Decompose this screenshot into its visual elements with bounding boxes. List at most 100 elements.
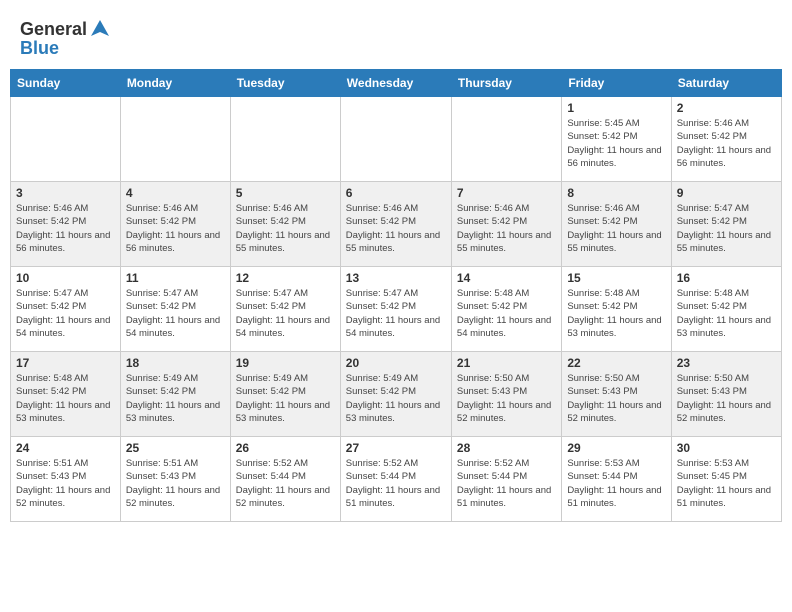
day-number: 28: [457, 441, 556, 455]
day-number: 15: [567, 271, 665, 285]
day-number: 3: [16, 186, 115, 200]
logo-general: General: [20, 19, 87, 40]
day-cell-4: 4 Sunrise: 5:46 AM Sunset: 5:42 PM Daylig…: [120, 182, 230, 267]
empty-cell: [120, 97, 230, 182]
calendar-week-2: 3 Sunrise: 5:46 AM Sunset: 5:42 PM Daylig…: [11, 182, 782, 267]
day-info: Sunrise: 5:51 AM Sunset: 5:43 PM Dayligh…: [16, 457, 115, 510]
empty-cell: [230, 97, 340, 182]
day-cell-15: 15 Sunrise: 5:48 AM Sunset: 5:42 PM Dayli…: [562, 267, 671, 352]
day-cell-8: 8 Sunrise: 5:46 AM Sunset: 5:42 PM Daylig…: [562, 182, 671, 267]
day-cell-11: 11Sunrise: 5:47 AM Sunset: 5:42 PM Dayli…: [120, 267, 230, 352]
day-info: Sunrise: 5:46 AM Sunset: 5:42 PM Dayligh…: [567, 202, 665, 255]
weekday-thursday: Thursday: [451, 70, 561, 97]
day-cell-22: 22 Sunrise: 5:50 AM Sunset: 5:43 PM Dayli…: [562, 352, 671, 437]
day-number: 10: [16, 271, 115, 285]
day-info: Sunrise: 5:46 AM Sunset: 5:42 PM Dayligh…: [346, 202, 446, 255]
day-number: 4: [126, 186, 225, 200]
day-info: Sunrise: 5:50 AM Sunset: 5:43 PM Dayligh…: [457, 372, 556, 425]
day-info: Sunrise: 5:52 AM Sunset: 5:44 PM Dayligh…: [346, 457, 446, 510]
day-number: 21: [457, 356, 556, 370]
empty-cell: [11, 97, 121, 182]
day-info: Sunrise: 5:46 AM Sunset: 5:42 PM Dayligh…: [457, 202, 556, 255]
weekday-monday: Monday: [120, 70, 230, 97]
day-cell-17: 17 Sunrise: 5:48 AM Sunset: 5:42 PM Dayli…: [11, 352, 121, 437]
day-cell-6: 6 Sunrise: 5:46 AM Sunset: 5:42 PM Daylig…: [340, 182, 451, 267]
weekday-sunday: Sunday: [11, 70, 121, 97]
day-cell-21: 21 Sunrise: 5:50 AM Sunset: 5:43 PM Dayli…: [451, 352, 561, 437]
day-cell-7: 7 Sunrise: 5:46 AM Sunset: 5:42 PM Daylig…: [451, 182, 561, 267]
calendar-week-5: 24 Sunrise: 5:51 AM Sunset: 5:43 PM Dayli…: [11, 437, 782, 522]
day-number: 20: [346, 356, 446, 370]
page-header: General Blue: [10, 10, 782, 63]
logo: General Blue: [20, 18, 111, 59]
day-info: Sunrise: 5:47 AM Sunset: 5:42 PM Dayligh…: [236, 287, 335, 340]
day-number: 18: [126, 356, 225, 370]
day-number: 1: [567, 101, 665, 115]
day-number: 25: [126, 441, 225, 455]
day-info: Sunrise: 5:48 AM Sunset: 5:42 PM Dayligh…: [677, 287, 776, 340]
day-info: Sunrise: 5:52 AM Sunset: 5:44 PM Dayligh…: [236, 457, 335, 510]
day-number: 24: [16, 441, 115, 455]
day-cell-12: 12 Sunrise: 5:47 AM Sunset: 5:42 PM Dayli…: [230, 267, 340, 352]
empty-cell: [340, 97, 451, 182]
day-info: Sunrise: 5:49 AM Sunset: 5:42 PM Dayligh…: [126, 372, 225, 425]
day-number: 6: [346, 186, 446, 200]
day-cell-23: 23Sunrise: 5:50 AM Sunset: 5:43 PM Dayli…: [671, 352, 781, 437]
day-cell-24: 24 Sunrise: 5:51 AM Sunset: 5:43 PM Dayli…: [11, 437, 121, 522]
calendar-week-3: 10 Sunrise: 5:47 AM Sunset: 5:42 PM Dayli…: [11, 267, 782, 352]
day-number: 19: [236, 356, 335, 370]
weekday-tuesday: Tuesday: [230, 70, 340, 97]
day-number: 16: [677, 271, 776, 285]
weekday-header-row: SundayMondayTuesdayWednesdayThursdayFrid…: [11, 70, 782, 97]
day-number: 29: [567, 441, 665, 455]
day-info: Sunrise: 5:50 AM Sunset: 5:43 PM Dayligh…: [567, 372, 665, 425]
day-info: Sunrise: 5:50 AM Sunset: 5:43 PM Dayligh…: [677, 372, 776, 425]
weekday-saturday: Saturday: [671, 70, 781, 97]
day-cell-18: 18 Sunrise: 5:49 AM Sunset: 5:42 PM Dayli…: [120, 352, 230, 437]
day-info: Sunrise: 5:53 AM Sunset: 5:44 PM Dayligh…: [567, 457, 665, 510]
day-number: 22: [567, 356, 665, 370]
day-cell-25: 25 Sunrise: 5:51 AM Sunset: 5:43 PM Dayli…: [120, 437, 230, 522]
day-number: 17: [16, 356, 115, 370]
day-number: 9: [677, 186, 776, 200]
day-info: Sunrise: 5:45 AM Sunset: 5:42 PM Dayligh…: [567, 117, 665, 170]
day-number: 26: [236, 441, 335, 455]
day-number: 12: [236, 271, 335, 285]
calendar-week-1: 1 Sunrise: 5:45 AM Sunset: 5:42 PM Daylig…: [11, 97, 782, 182]
day-cell-29: 29 Sunrise: 5:53 AM Sunset: 5:44 PM Dayli…: [562, 437, 671, 522]
weekday-wednesday: Wednesday: [340, 70, 451, 97]
day-cell-20: 20 Sunrise: 5:49 AM Sunset: 5:42 PM Dayli…: [340, 352, 451, 437]
day-info: Sunrise: 5:48 AM Sunset: 5:42 PM Dayligh…: [16, 372, 115, 425]
calendar-body: 1 Sunrise: 5:45 AM Sunset: 5:42 PM Daylig…: [11, 97, 782, 522]
day-cell-5: 5 Sunrise: 5:46 AM Sunset: 5:42 PM Daylig…: [230, 182, 340, 267]
day-number: 14: [457, 271, 556, 285]
logo-icon: [89, 18, 111, 40]
day-cell-1: 1 Sunrise: 5:45 AM Sunset: 5:42 PM Daylig…: [562, 97, 671, 182]
day-info: Sunrise: 5:53 AM Sunset: 5:45 PM Dayligh…: [677, 457, 776, 510]
empty-cell: [451, 97, 561, 182]
day-info: Sunrise: 5:48 AM Sunset: 5:42 PM Dayligh…: [567, 287, 665, 340]
day-cell-9: 9Sunrise: 5:47 AM Sunset: 5:42 PM Daylig…: [671, 182, 781, 267]
day-number: 7: [457, 186, 556, 200]
day-info: Sunrise: 5:46 AM Sunset: 5:42 PM Dayligh…: [236, 202, 335, 255]
day-cell-3: 3Sunrise: 5:46 AM Sunset: 5:42 PM Daylig…: [11, 182, 121, 267]
day-number: 5: [236, 186, 335, 200]
day-number: 8: [567, 186, 665, 200]
day-info: Sunrise: 5:46 AM Sunset: 5:42 PM Dayligh…: [126, 202, 225, 255]
weekday-friday: Friday: [562, 70, 671, 97]
day-info: Sunrise: 5:49 AM Sunset: 5:42 PM Dayligh…: [346, 372, 446, 425]
day-number: 30: [677, 441, 776, 455]
day-info: Sunrise: 5:52 AM Sunset: 5:44 PM Dayligh…: [457, 457, 556, 510]
calendar-table: SundayMondayTuesdayWednesdayThursdayFrid…: [10, 69, 782, 522]
day-info: Sunrise: 5:47 AM Sunset: 5:42 PM Dayligh…: [16, 287, 115, 340]
day-cell-10: 10 Sunrise: 5:47 AM Sunset: 5:42 PM Dayli…: [11, 267, 121, 352]
day-info: Sunrise: 5:51 AM Sunset: 5:43 PM Dayligh…: [126, 457, 225, 510]
day-info: Sunrise: 5:47 AM Sunset: 5:42 PM Dayligh…: [346, 287, 446, 340]
day-number: 27: [346, 441, 446, 455]
day-cell-13: 13 Sunrise: 5:47 AM Sunset: 5:42 PM Dayli…: [340, 267, 451, 352]
day-cell-27: 27 Sunrise: 5:52 AM Sunset: 5:44 PM Dayli…: [340, 437, 451, 522]
day-cell-28: 28 Sunrise: 5:52 AM Sunset: 5:44 PM Dayli…: [451, 437, 561, 522]
day-number: 13: [346, 271, 446, 285]
day-cell-14: 14Sunrise: 5:48 AM Sunset: 5:42 PM Dayli…: [451, 267, 561, 352]
day-cell-19: 19Sunrise: 5:49 AM Sunset: 5:42 PM Dayli…: [230, 352, 340, 437]
